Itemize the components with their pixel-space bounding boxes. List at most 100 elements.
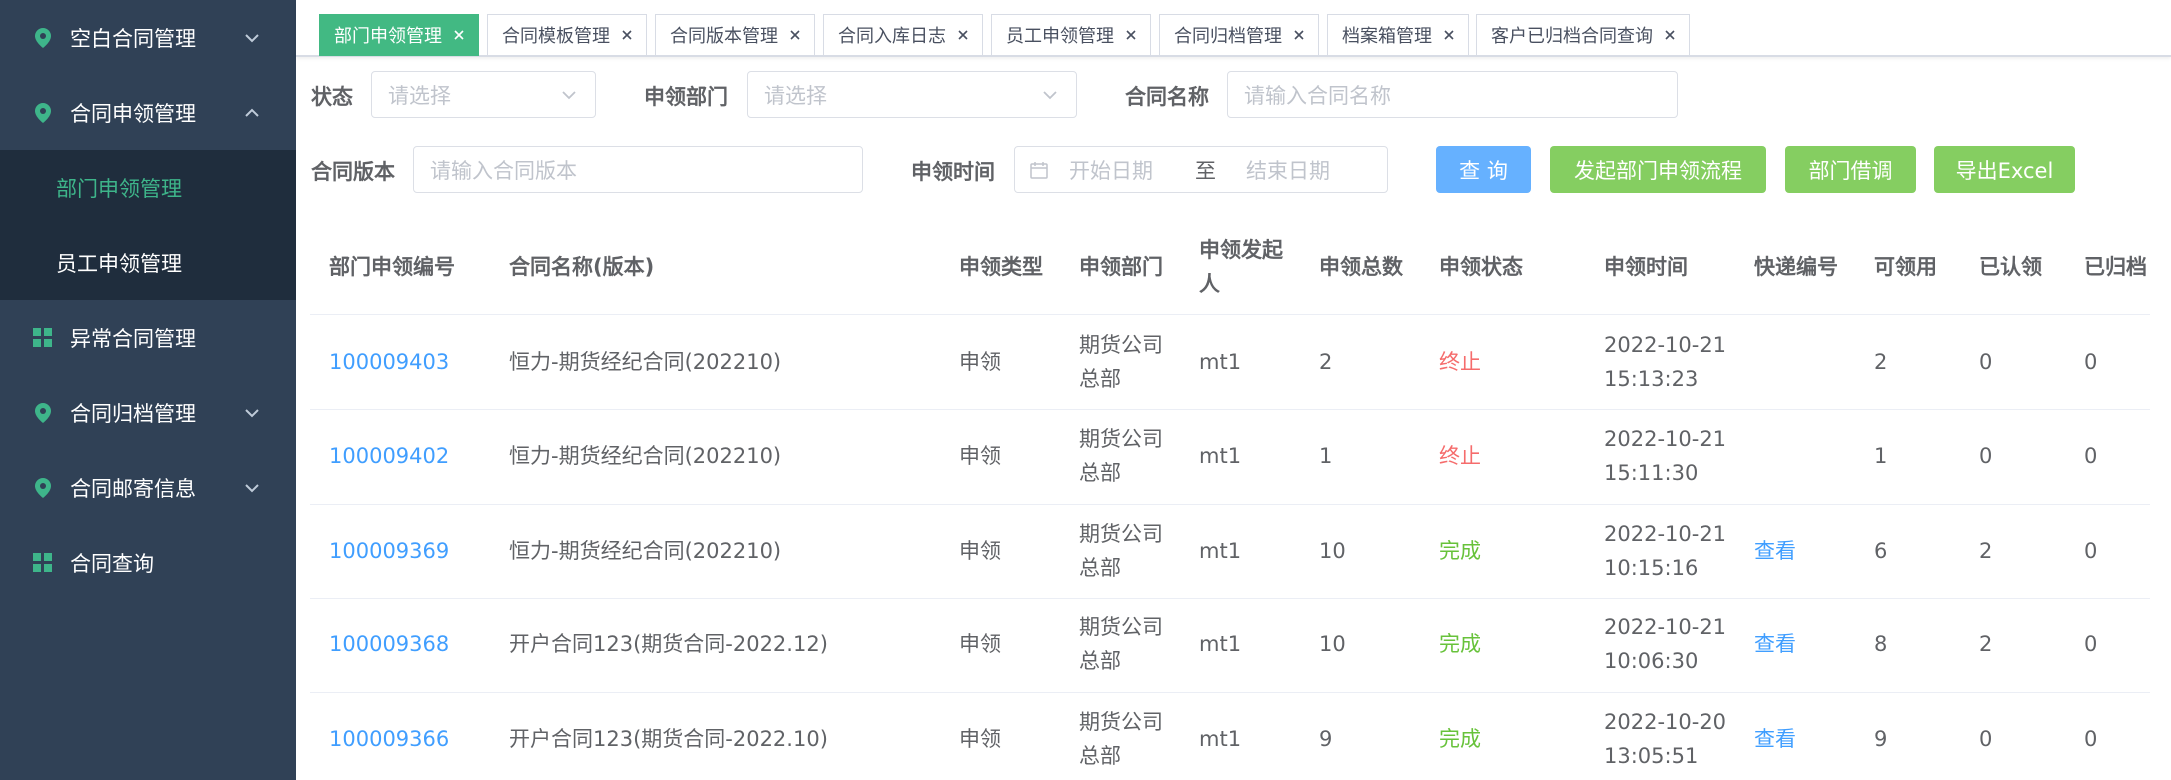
claim-id-link[interactable]: 100009402 [329,439,449,473]
tab-label: 客户已归档合同查询 [1491,26,1653,47]
close-icon[interactable] [452,28,466,42]
contract-version-input[interactable]: 请输入合同版本 [413,146,863,193]
view-express-link[interactable]: 查看 [1754,627,1796,661]
name-label: 合同名称 [1125,85,1209,109]
claim-date-cell: 2022-10-21 [1604,522,1727,546]
date-range-picker[interactable]: 开始日期 至 结束日期 [1014,146,1388,193]
menu-abnormal-contract[interactable]: 异常合同管理 [0,300,296,375]
claim-type-cell: 申领 [959,632,1001,656]
tab-dept-claim[interactable]: 部门申领管理 [319,14,479,56]
total-cell: 10 [1319,539,1346,563]
col-header: 申领状态 [1439,255,1523,279]
chevron-down-icon [559,85,579,105]
tab-archive-box[interactable]: 档案箱管理 [1327,14,1469,56]
version-placeholder: 请输入合同版本 [430,158,577,183]
grid-icon [32,327,54,349]
available-cell: 8 [1874,632,1888,656]
contract-name-input[interactable]: 请输入合同名称 [1227,71,1678,118]
tab-storage-log[interactable]: 合同入库日志 [823,14,983,56]
menu-contract-archive[interactable]: 合同归档管理 [0,375,296,450]
close-icon[interactable] [620,28,634,42]
close-icon[interactable] [956,28,970,42]
archived-cell: 0 [2084,444,2098,468]
view-express-link[interactable]: 查看 [1754,722,1796,756]
claim-type-cell: 申领 [959,727,1001,751]
contract-name-cell: 恒力-期货经纪合同(202210) [509,444,782,468]
chevron-down-icon [1040,85,1060,105]
total-cell: 10 [1319,632,1346,656]
submenu-staff-claim[interactable]: 员工申领管理 [0,225,296,300]
archived-cell: 0 [2084,632,2098,656]
status-cell: 终止 [1439,350,1481,374]
tab-staff-claim[interactable]: 员工申领管理 [991,14,1151,56]
claim-time-cell: 15:13:23 [1604,367,1699,391]
col-header: 申领发起人 [1199,238,1283,296]
name-placeholder: 请输入合同名称 [1244,83,1391,108]
dept-borrow-button[interactable]: 部门借调 [1785,146,1916,193]
tab-archive[interactable]: 合同归档管理 [1159,14,1319,56]
claim-type-cell: 申领 [959,539,1001,563]
menu-blank-contract[interactable]: 空白合同管理 [0,0,296,75]
row-divider [310,692,2150,693]
chevron-up-icon [242,103,262,123]
claimed-cell: 0 [1979,727,1993,751]
menu-contract-claim[interactable]: 合同申领管理 [0,75,296,150]
close-icon[interactable] [788,28,802,42]
row-divider [310,504,2150,505]
range-separator: 至 [1195,158,1216,183]
end-date-placeholder[interactable]: 结束日期 [1246,155,1330,185]
claim-id-link[interactable]: 100009369 [329,534,449,568]
claimed-cell: 2 [1979,632,1993,656]
initiator-cell: mt1 [1199,539,1242,563]
close-icon[interactable] [1663,28,1677,42]
export-excel-button[interactable]: 导出Excel [1934,146,2075,193]
claimed-cell: 0 [1979,350,1993,374]
archived-cell: 0 [2084,350,2098,374]
submenu-dept-claim[interactable]: 部门申领管理 [0,150,296,225]
start-dept-claim-button[interactable]: 发起部门申领流程 [1550,146,1766,193]
query-button[interactable]: 查 询 [1436,146,1531,193]
contract-name-cell: 恒力-期货经纪合同(202210) [509,539,782,563]
start-date-placeholder[interactable]: 开始日期 [1069,155,1153,185]
contract-name-cell: 开户合同123(期货合同-2022.12) [509,632,828,656]
claimed-cell: 2 [1979,539,1993,563]
col-header: 可领用 [1874,255,1937,279]
chevron-down-icon [242,478,262,498]
status-select[interactable]: 请选择 [371,71,596,118]
menu-contract-query[interactable]: 合同查询 [0,525,296,600]
claim-id-link[interactable]: 100009403 [329,345,449,379]
dept-placeholder: 请选择 [764,83,827,108]
contract-name-cell: 开户合同123(期货合同-2022.10) [509,727,828,751]
close-icon[interactable] [1124,28,1138,42]
status-cell: 完成 [1439,539,1481,563]
claim-id-link[interactable]: 100009368 [329,627,449,661]
row-divider [310,314,2150,315]
col-header: 已归档 [2084,255,2147,279]
dept-cell: 期货公司总部 [1079,522,1163,580]
archived-cell: 0 [2084,539,2098,563]
col-header: 申领总数 [1319,255,1403,279]
tab-label: 档案箱管理 [1342,26,1432,47]
tab-label: 部门申领管理 [334,26,442,47]
menu-contract-mail[interactable]: 合同邮寄信息 [0,450,296,525]
claim-id-link[interactable]: 100009366 [329,722,449,756]
claim-date-cell: 2022-10-20 [1604,710,1727,734]
col-header: 申领类型 [959,255,1043,279]
close-icon[interactable] [1442,28,1456,42]
tab-version[interactable]: 合同版本管理 [655,14,815,56]
claim-time-cell: 10:15:16 [1604,556,1699,580]
close-icon[interactable] [1292,28,1306,42]
initiator-cell: mt1 [1199,727,1242,751]
claim-date-cell: 2022-10-21 [1604,333,1727,357]
dept-select[interactable]: 请选择 [747,71,1077,118]
col-header: 申领时间 [1604,255,1688,279]
claim-time-cell: 15:11:30 [1604,461,1699,485]
tab-template[interactable]: 合同模板管理 [487,14,647,56]
col-header: 已认领 [1979,255,2042,279]
dept-label: 申领部门 [644,85,728,109]
tab-client-archived[interactable]: 客户已归档合同查询 [1476,14,1690,56]
claimed-cell: 0 [1979,444,1993,468]
view-express-link[interactable]: 查看 [1754,534,1796,568]
claim-type-cell: 申领 [959,350,1001,374]
initiator-cell: mt1 [1199,350,1242,374]
